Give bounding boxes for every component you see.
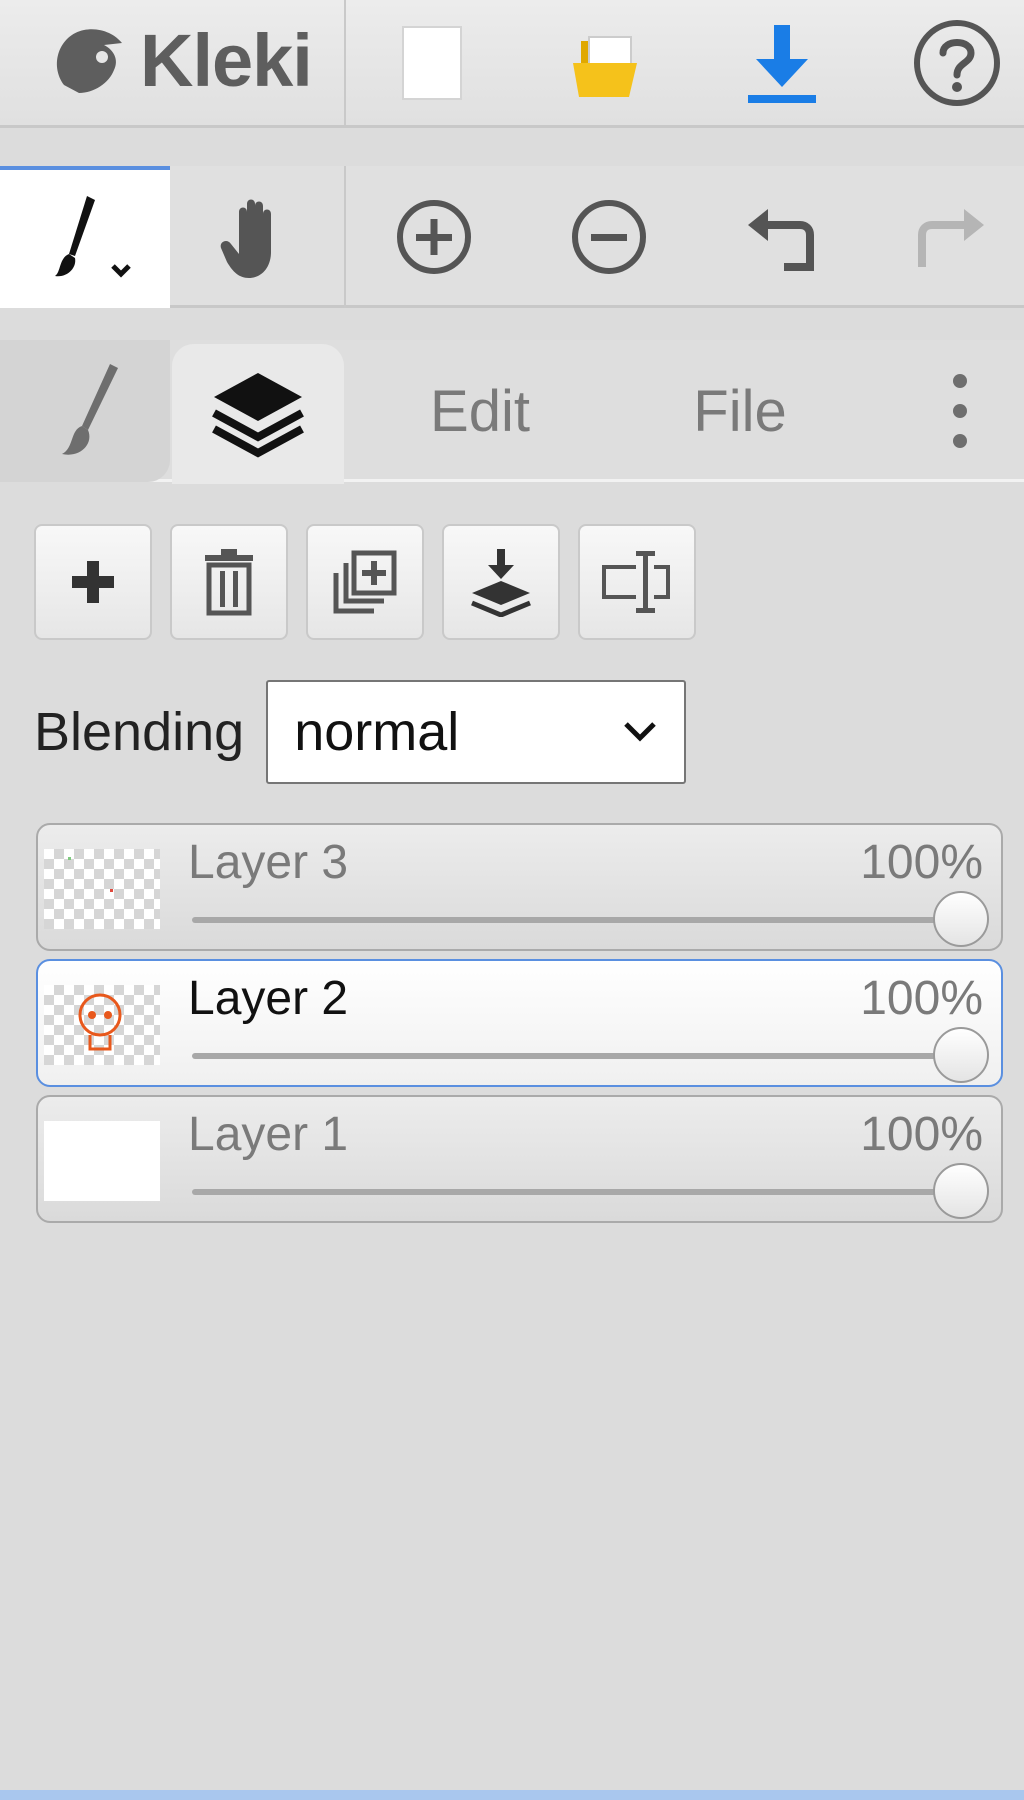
save-button[interactable]	[694, 0, 869, 125]
layer-preview	[68, 857, 113, 892]
tab-file[interactable]: File	[640, 340, 840, 482]
zoom-in-button[interactable]	[346, 166, 521, 308]
layer-thumbnail	[44, 849, 160, 929]
zoom-out-icon	[571, 200, 646, 274]
more-vertical-icon	[953, 374, 967, 448]
add-layer-button[interactable]	[34, 524, 152, 640]
duplicate-icon	[333, 550, 397, 614]
merge-down-button[interactable]	[442, 524, 560, 640]
zoom-in-icon	[396, 200, 471, 274]
layer-item[interactable]: Layer 1 100%	[36, 1095, 1003, 1223]
opacity-slider[interactable]	[192, 1027, 989, 1083]
redo-icon	[917, 209, 984, 267]
delete-layer-button[interactable]	[170, 524, 288, 640]
app-logo: Kleki	[44, 10, 313, 110]
layer-item[interactable]: Layer 3 100%	[36, 823, 1003, 951]
layer-actions	[34, 524, 696, 640]
brush-icon	[55, 196, 131, 278]
undo-button[interactable]	[696, 166, 871, 308]
panel-tabs: Edit File	[0, 340, 1024, 484]
blending-select[interactable]: normal	[266, 680, 687, 784]
kleki-logo-icon	[56, 29, 122, 93]
tab-edit[interactable]: Edit	[380, 340, 580, 482]
tab-more[interactable]	[920, 340, 1000, 482]
help-icon	[913, 19, 1000, 106]
layers-icon	[212, 373, 304, 458]
rename-icon	[602, 551, 670, 613]
top-bar: Kleki	[0, 0, 1024, 128]
undo-icon	[747, 209, 814, 271]
layer-thumbnail	[44, 1121, 160, 1201]
trash-icon	[205, 549, 253, 616]
opacity-slider-handle[interactable]	[933, 1027, 989, 1083]
zoom-out-button[interactable]	[521, 166, 696, 308]
download-icon	[747, 24, 816, 103]
tool-bar	[0, 166, 1024, 308]
opacity-slider-handle[interactable]	[933, 1163, 989, 1219]
brush-tool-button[interactable]	[0, 166, 170, 308]
duplicate-layer-button[interactable]	[306, 524, 424, 640]
plus-icon	[72, 561, 114, 603]
rename-layer-button[interactable]	[578, 524, 696, 640]
blending-value: normal	[294, 702, 460, 762]
open-button[interactable]	[519, 0, 694, 125]
opacity-slider[interactable]	[192, 1163, 989, 1219]
merge-down-icon	[471, 549, 531, 617]
blending-row: Blending normal	[34, 680, 687, 784]
app-name: Kleki	[140, 18, 313, 102]
opacity-slider-handle[interactable]	[933, 891, 989, 947]
tab-brush[interactable]	[0, 340, 170, 482]
layer-name: Layer 1	[188, 1108, 349, 1161]
help-button[interactable]	[869, 0, 1024, 125]
layer-preview	[78, 993, 122, 1051]
chevron-down-icon	[624, 722, 656, 742]
brush-icon	[62, 364, 118, 455]
opacity-slider[interactable]	[192, 891, 989, 947]
tab-edit-label: Edit	[430, 378, 530, 444]
redo-button[interactable]	[871, 166, 1024, 308]
layer-thumbnail	[44, 985, 160, 1065]
layer-opacity: 100%	[860, 972, 983, 1025]
blending-label: Blending	[34, 702, 245, 762]
tab-file-label: File	[693, 378, 787, 444]
tab-layers[interactable]	[172, 344, 344, 484]
new-document-icon	[401, 25, 462, 100]
new-button[interactable]	[344, 0, 519, 125]
layer-name: Layer 3	[188, 836, 349, 889]
layer-opacity: 100%	[860, 836, 983, 889]
hand-tool-button[interactable]	[172, 166, 342, 308]
layer-item[interactable]: Layer 2 100%	[36, 959, 1003, 1087]
bottom-strip	[0, 1790, 1024, 1800]
layer-name: Layer 2	[188, 972, 349, 1025]
open-folder-icon	[572, 35, 637, 97]
layer-opacity: 100%	[860, 1108, 983, 1161]
hand-icon	[220, 199, 271, 278]
